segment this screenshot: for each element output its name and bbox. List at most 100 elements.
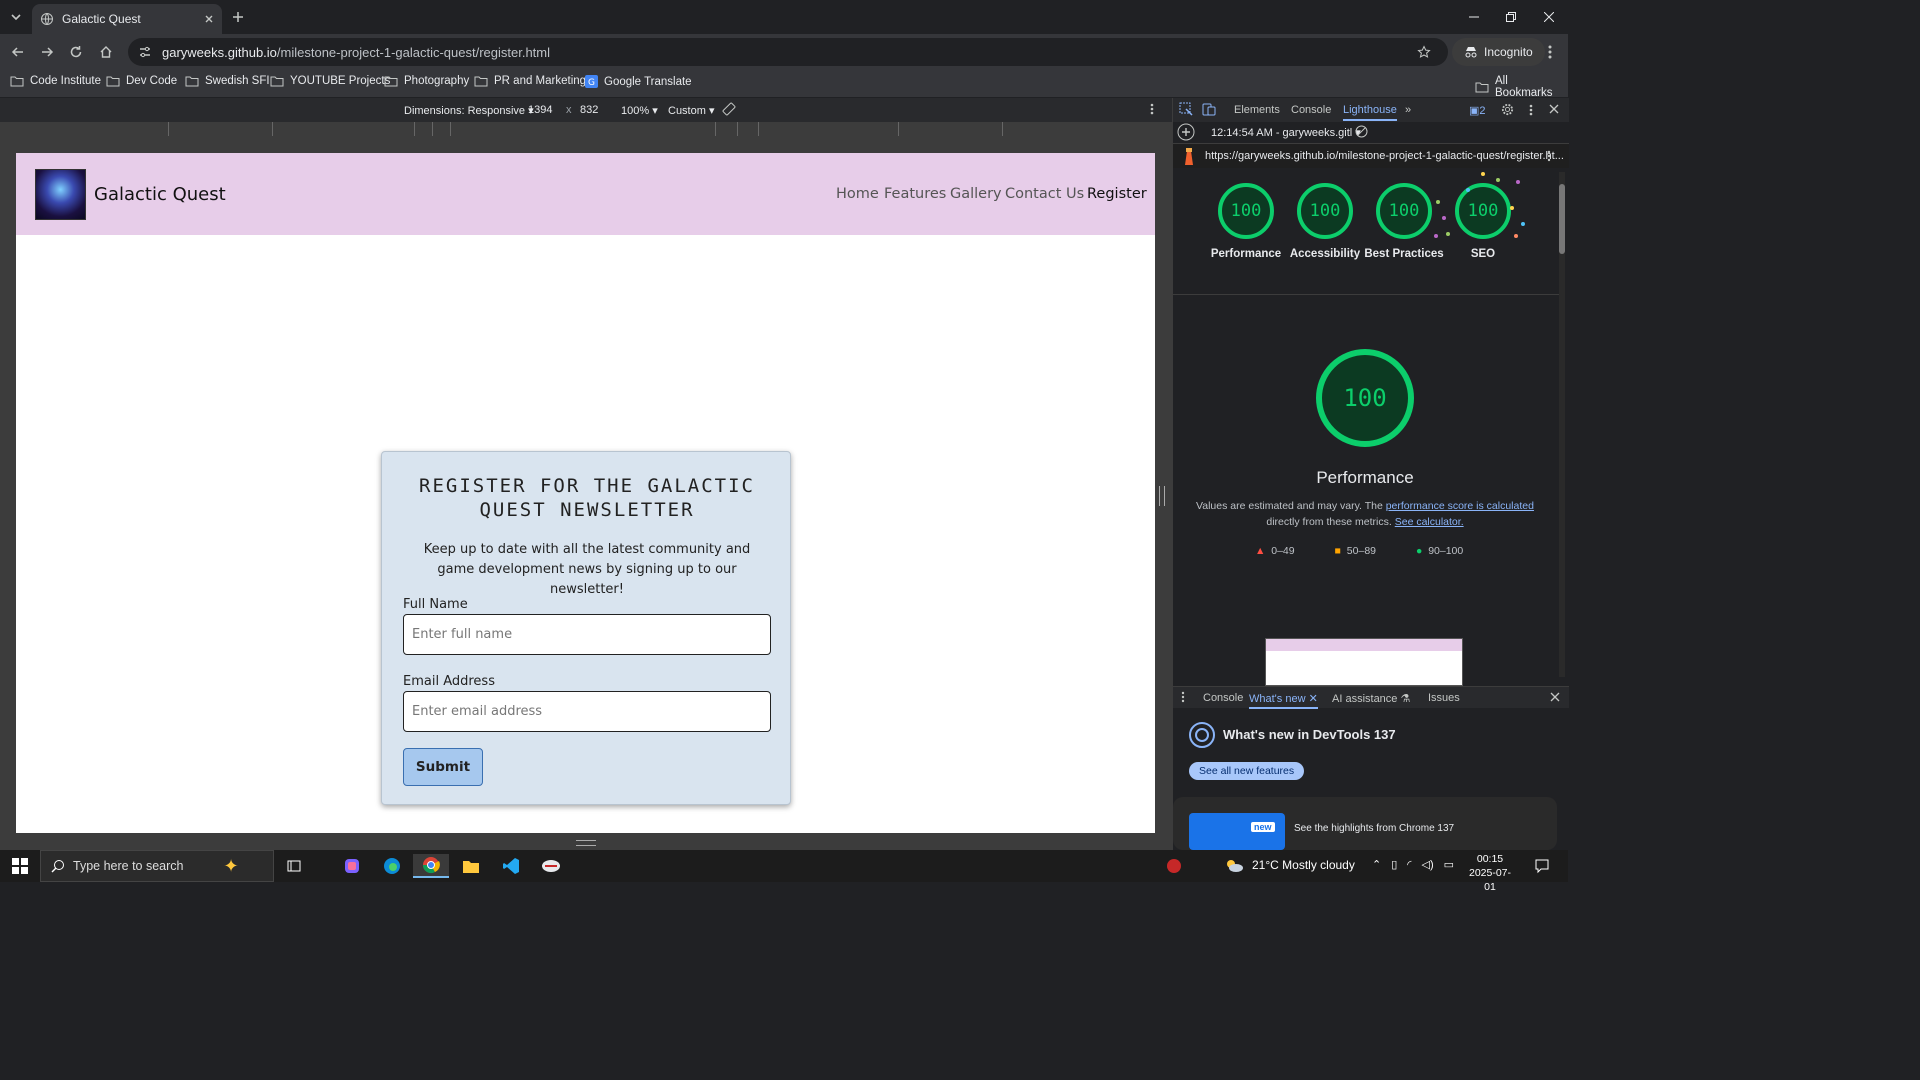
address-bar[interactable]: garyweeks.github.io/milestone-project-1-… xyxy=(128,38,1448,66)
bookmark-star-icon[interactable] xyxy=(1412,40,1436,64)
bookmark-folder[interactable]: Photography xyxy=(384,75,469,87)
battery-icon[interactable]: ▭ xyxy=(1444,858,1454,871)
site-logo[interactable] xyxy=(35,169,86,220)
resize-handle-right[interactable] xyxy=(1159,486,1165,506)
restore-icon[interactable] xyxy=(1499,5,1523,29)
submit-button[interactable]: Submit xyxy=(403,748,483,786)
drawer-tab-whats-new[interactable]: What's new ✕ xyxy=(1249,692,1318,709)
tab-search-chevron-icon[interactable] xyxy=(4,5,28,29)
email-input[interactable]: Enter email address xyxy=(403,691,771,732)
full-name-input[interactable]: Enter full name xyxy=(403,614,771,655)
see-all-features-button[interactable]: See all new features xyxy=(1189,762,1305,780)
more-tabs-icon[interactable]: » xyxy=(1405,104,1411,116)
windows-taskbar: Type here to search ✦ 21°C Mostly cloudy… xyxy=(0,850,1568,893)
bookmark-folder[interactable]: PR and Marketing xyxy=(474,75,586,87)
nav-link-register[interactable]: Register xyxy=(1087,186,1147,202)
report-scrollbar[interactable] xyxy=(1559,172,1565,677)
tab-console[interactable]: Console xyxy=(1291,104,1331,116)
site-info-icon[interactable] xyxy=(138,45,152,59)
all-bookmarks[interactable]: All Bookmarks xyxy=(1475,75,1568,99)
new-tab-icon[interactable] xyxy=(226,5,250,29)
throttle-select[interactable]: Custom ▾ xyxy=(668,104,714,117)
score-gauge-accessibility[interactable]: 100 xyxy=(1297,183,1353,239)
highlight-card[interactable]: new See the highlights from Chrome 137 xyxy=(1173,797,1557,850)
security-tray-icon[interactable] xyxy=(1156,854,1192,878)
clock[interactable]: 00:15 2025-07-01 xyxy=(1465,852,1515,894)
device-toggle-icon[interactable] xyxy=(1202,102,1216,116)
height-input[interactable]: 832 xyxy=(580,104,598,116)
width-input[interactable]: 1394 xyxy=(528,104,552,116)
windows-start-icon[interactable] xyxy=(2,854,38,878)
zoom-select[interactable]: 100% ▾ xyxy=(621,104,658,117)
incognito-badge[interactable]: Incognito xyxy=(1452,38,1545,66)
drawer-tab-console[interactable]: Console xyxy=(1203,692,1243,704)
reload-icon[interactable] xyxy=(64,40,88,64)
bookmark-folder[interactable]: Dev Code xyxy=(106,75,177,87)
media-query-ruler[interactable] xyxy=(0,122,1172,136)
inspect-element-icon[interactable] xyxy=(1179,102,1193,116)
newsletter-form-card: REGISTER FOR THE GALACTIC QUEST NEWSLETT… xyxy=(381,451,791,805)
file-explorer-icon[interactable] xyxy=(453,854,489,878)
dimensions-select[interactable]: Dimensions: Responsive ▾ xyxy=(404,104,534,117)
copilot-app-icon[interactable] xyxy=(334,854,370,878)
page-viewport: Galactic Quest Home Features Gallery Con… xyxy=(16,153,1155,833)
forward-icon[interactable] xyxy=(35,40,59,64)
drawer-menu-icon[interactable] xyxy=(1181,691,1185,703)
drawer-tab-issues[interactable]: Issues xyxy=(1428,692,1460,704)
close-drawer-icon[interactable] xyxy=(1550,692,1560,702)
close-devtools-icon[interactable] xyxy=(1549,104,1559,114)
bookmark-folder[interactable]: Swedish SFI xyxy=(185,75,270,87)
report-selector[interactable]: 12:14:54 AM - garyweeks.gitl ▾ xyxy=(1211,126,1361,139)
score-calc-link[interactable]: performance score is calculated xyxy=(1386,500,1534,512)
all-bookmarks-label: All Bookmarks xyxy=(1495,75,1553,99)
tray-overflow-chevron-icon[interactable]: ⌃ xyxy=(1372,858,1381,871)
score-gauge-best-practices[interactable]: 100 xyxy=(1376,183,1432,239)
report-url-bar: https://garyweeks.github.io/milestone-pr… xyxy=(1173,144,1569,168)
folder-icon xyxy=(384,75,398,87)
notifications-icon[interactable] xyxy=(1524,854,1560,878)
page-screenshot-thumbnail[interactable] xyxy=(1265,638,1463,686)
score-gauge-performance[interactable]: 100 xyxy=(1218,183,1274,239)
full-name-label: Full Name xyxy=(403,597,468,612)
browser-menu-icon[interactable] xyxy=(1538,40,1562,64)
report-menu-icon[interactable] xyxy=(1547,150,1551,162)
bookmark-link[interactable]: G Google Translate xyxy=(585,75,692,88)
bookmark-folder[interactable]: Code Institute xyxy=(10,75,101,87)
settings-gear-icon[interactable] xyxy=(1501,103,1514,116)
volume-icon[interactable]: ◁) xyxy=(1422,858,1434,871)
system-tray[interactable]: ⌃ ▯ ◜ ◁) ▭ xyxy=(1372,858,1454,871)
clear-reports-icon[interactable] xyxy=(1355,125,1368,138)
rotate-icon[interactable] xyxy=(722,102,736,116)
device-toolbar-menu-icon[interactable] xyxy=(1150,103,1154,115)
drawer-tab-ai-assistance[interactable]: AI assistance ⚗ xyxy=(1332,692,1410,705)
close-window-icon[interactable] xyxy=(1537,5,1561,29)
weather-widget[interactable]: 21°C Mostly cloudy xyxy=(1224,858,1355,872)
nav-link-contact[interactable]: Contact Us xyxy=(1005,186,1084,202)
network-icon[interactable]: ◜ xyxy=(1407,858,1411,871)
resize-handle-bottom[interactable] xyxy=(576,840,596,846)
minimize-icon[interactable] xyxy=(1462,5,1486,29)
home-icon[interactable] xyxy=(94,40,118,64)
close-tab-icon[interactable] xyxy=(204,14,214,24)
bookmark-label: Photography xyxy=(404,75,470,87)
new-report-icon[interactable] xyxy=(1177,123,1195,141)
tab-lighthouse[interactable]: Lighthouse xyxy=(1343,104,1397,121)
chrome-taskbar-icon[interactable] xyxy=(413,854,449,878)
edge-browser-icon[interactable] xyxy=(374,854,410,878)
taskbar-search-box[interactable]: Type here to search ✦ xyxy=(40,850,274,882)
browser-tab[interactable]: Galactic Quest xyxy=(32,4,222,34)
task-view-icon[interactable] xyxy=(276,854,312,878)
search-icon xyxy=(51,859,65,873)
nav-link-features[interactable]: Features xyxy=(884,186,946,202)
app-taskbar-icon[interactable] xyxy=(533,854,569,878)
issues-counter[interactable]: ▣2 xyxy=(1469,104,1486,117)
nav-link-gallery[interactable]: Gallery xyxy=(950,186,1002,202)
devtools-menu-icon[interactable] xyxy=(1529,104,1533,116)
tab-elements[interactable]: Elements xyxy=(1234,104,1280,116)
nav-link-home[interactable]: Home xyxy=(836,186,879,202)
site-brand[interactable]: Galactic Quest xyxy=(94,184,226,205)
see-calculator-link[interactable]: See calculator. xyxy=(1395,516,1464,528)
back-icon[interactable] xyxy=(6,40,30,64)
vscode-icon[interactable] xyxy=(493,854,529,878)
bookmark-folder[interactable]: YOUTUBE Projects xyxy=(270,75,390,87)
